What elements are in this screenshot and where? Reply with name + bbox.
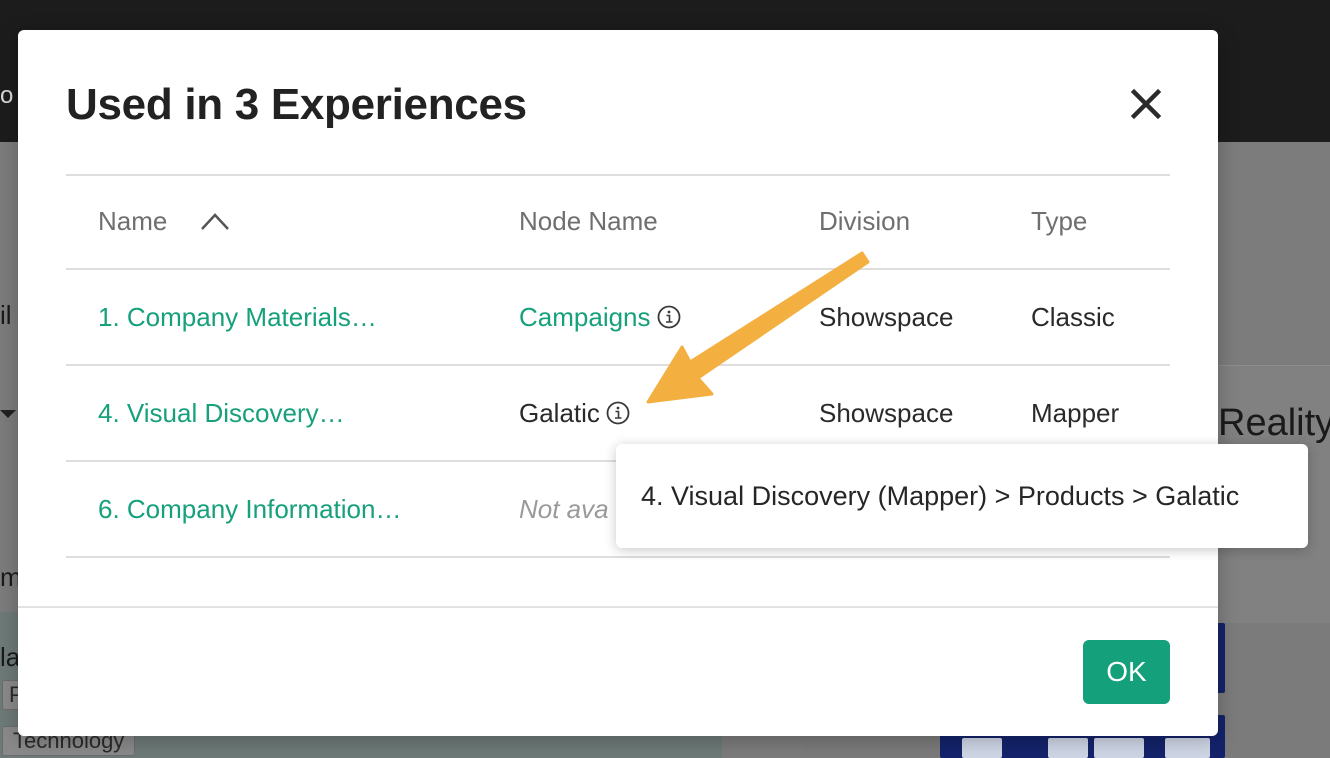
division-cell: Showspace	[819, 398, 954, 428]
chevron-up-icon[interactable]	[200, 210, 230, 232]
close-icon[interactable]	[1124, 82, 1168, 126]
background-text: il	[0, 300, 12, 330]
info-icon[interactable]	[657, 305, 681, 329]
column-header-type: Type	[1031, 206, 1088, 236]
node-name-link[interactable]: Campaigns	[519, 302, 651, 332]
table-divider	[66, 556, 1170, 558]
background-text: o	[0, 82, 14, 109]
experience-name-link[interactable]: 1. Company Materials…	[98, 302, 377, 333]
type-cell: Mapper	[1031, 398, 1120, 428]
node-name-cell: Campaigns	[519, 302, 681, 333]
background-thumbnail	[1165, 738, 1210, 758]
column-header-division: Division	[819, 206, 911, 236]
experience-name-link[interactable]: 4. Visual Discovery…	[98, 398, 345, 429]
ok-button[interactable]: OK	[1083, 640, 1170, 704]
info-icon[interactable]	[606, 401, 630, 425]
tooltip-text: 4. Visual Discovery (Mapper) > Products …	[641, 481, 1240, 511]
background-thumbnail	[962, 738, 1002, 758]
division-cell: Showspace	[819, 302, 954, 332]
node-path-tooltip: 4. Visual Discovery (Mapper) > Products …	[616, 444, 1308, 548]
background-thumbnail	[1094, 738, 1144, 758]
modal-title: Used in 3 Experiences	[66, 80, 527, 129]
experience-name-link[interactable]: 6. Company Information…	[98, 494, 401, 525]
chevron-down-icon	[0, 410, 16, 418]
column-header-node-name: Node Name	[519, 206, 658, 236]
table-divider	[66, 174, 1170, 176]
node-name-unavailable: Not ava	[519, 494, 609, 524]
type-cell: Classic	[1031, 302, 1115, 332]
column-header-name[interactable]: Name	[98, 206, 167, 237]
background-heading: Reality	[1218, 402, 1330, 444]
node-name-text: Galatic	[519, 398, 600, 428]
node-name-cell: Galatic	[519, 398, 630, 429]
table-divider	[66, 364, 1170, 366]
background-thumbnail	[1048, 738, 1088, 758]
modal-footer-divider	[18, 606, 1218, 608]
table-divider	[66, 268, 1170, 270]
experiences-modal: Used in 3 Experiences Name Node Name Div…	[18, 30, 1218, 736]
